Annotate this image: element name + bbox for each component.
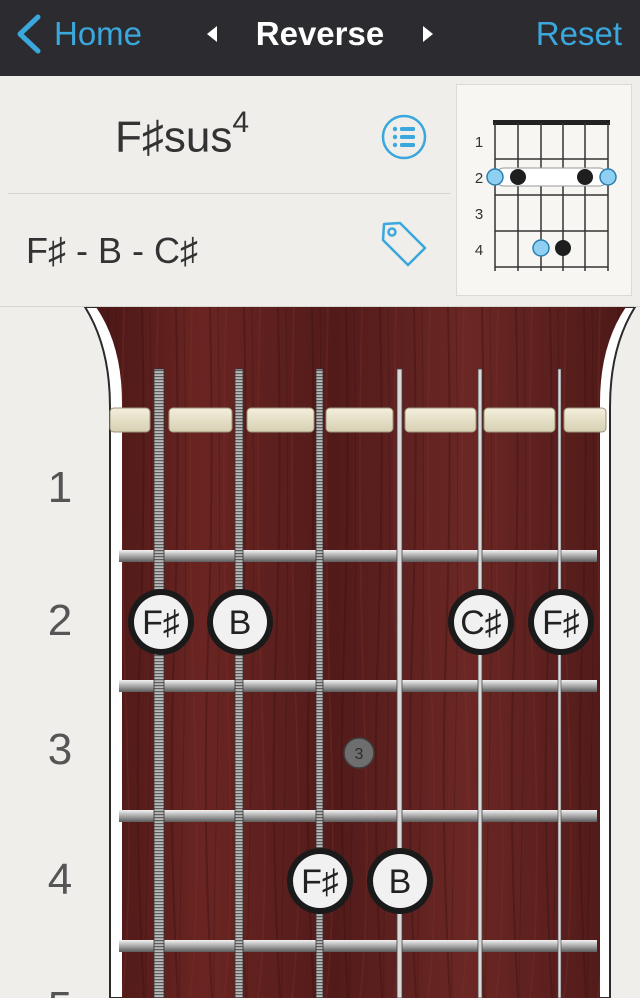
note-marker[interactable]: F♯: [128, 589, 194, 655]
back-button[interactable]: Home: [14, 10, 142, 58]
page-title: Reverse: [255, 15, 385, 52]
tag-icon[interactable]: [378, 218, 430, 270]
chord-notes: F♯ - B - C♯: [26, 230, 198, 271]
triangle-right-icon: [422, 26, 433, 42]
triangle-left-icon: [207, 26, 217, 42]
chord-name-base: F♯sus: [115, 112, 233, 162]
note-label: B: [229, 604, 252, 642]
chord-diagram[interactable]: 1 2 3 4: [456, 84, 632, 296]
fret-number: 2: [47, 596, 73, 645]
note-label: C♯: [460, 604, 502, 642]
prev-mode-button[interactable]: [200, 14, 224, 54]
note-marker[interactable]: F♯: [287, 848, 353, 914]
chevron-left-icon: [17, 14, 41, 54]
mode-switcher: Reverse: [200, 10, 440, 58]
note-label: B: [389, 863, 412, 901]
fret-number: 5: [30, 983, 90, 998]
chord-name: F♯sus4: [115, 106, 249, 163]
back-label: Home: [54, 15, 143, 52]
diagram-dot: [599, 168, 617, 186]
reset-button[interactable]: Reset: [536, 10, 622, 58]
note-marker[interactable]: C♯: [448, 589, 514, 655]
diagram-dot: [486, 168, 504, 186]
diagram-fret-label: 4: [475, 242, 483, 259]
diagram-dot: [555, 240, 571, 256]
diagram-nut: [493, 120, 610, 125]
note-label: F♯: [142, 604, 180, 642]
note-label: F♯: [301, 863, 339, 901]
fret-inlay: 3: [343, 737, 375, 769]
inlay-label: 3: [355, 746, 364, 763]
diagram-fret-label: 1: [475, 134, 483, 151]
fret-number: 1: [47, 463, 73, 512]
next-mode-button[interactable]: [416, 14, 440, 54]
fretboard[interactable]: 3 F♯ B C♯ F♯ F♯ B: [0, 307, 640, 998]
note-marker[interactable]: B: [207, 589, 273, 655]
divider: [8, 193, 450, 194]
note-marker[interactable]: B: [367, 848, 433, 914]
nut: [109, 407, 607, 433]
diagram-fret-label: 3: [475, 206, 483, 223]
note-label: F♯: [542, 604, 580, 642]
note-marker[interactable]: F♯: [528, 589, 594, 655]
diagram-dot: [510, 169, 526, 185]
chord-diagram-graphic: 1 2 3 4: [475, 120, 617, 271]
nav-bar: Home Reverse Reset: [0, 0, 640, 76]
chord-name-superscript: 4: [232, 106, 250, 139]
list-icon[interactable]: [381, 114, 427, 160]
fret-number: 4: [47, 855, 73, 904]
fret-number: 3: [47, 725, 73, 774]
fretboard-area: 3 F♯ B C♯ F♯ F♯ B 1 2 3 4: [0, 307, 640, 998]
diagram-dot: [577, 169, 593, 185]
diagram-dot: [532, 239, 550, 257]
diagram-fret-label: 2: [475, 170, 483, 187]
